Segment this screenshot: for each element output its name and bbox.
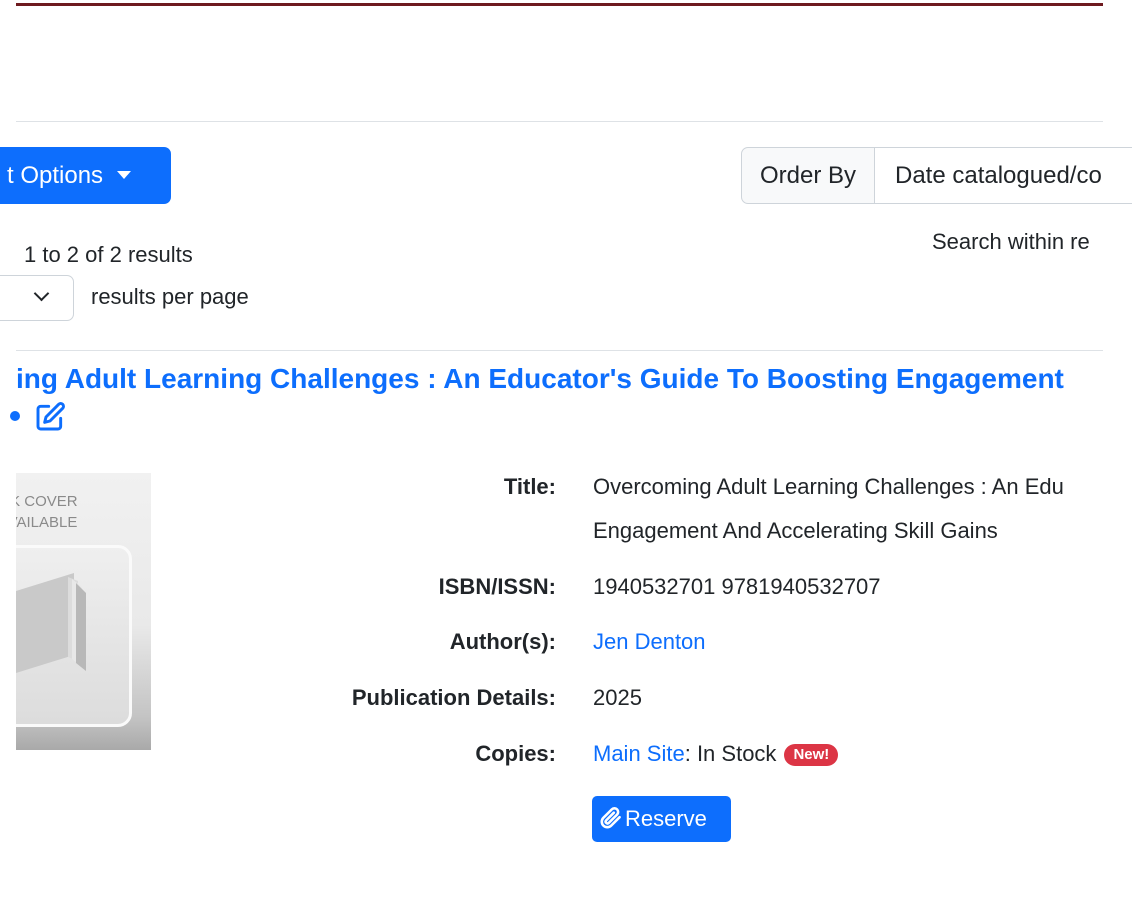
title-continuation-mark xyxy=(10,411,20,421)
reserve-label: Reserve xyxy=(625,806,707,831)
reserve-button[interactable]: Reserve xyxy=(592,796,731,842)
order-by-select[interactable]: Date catalogued/co xyxy=(874,147,1132,204)
cover-placeholder-text: OK COVER AVAILABLE xyxy=(16,493,78,531)
options-dropdown-button[interactable]: t Options xyxy=(0,147,171,204)
publication-value: 2025 xyxy=(593,685,642,710)
title-label: Title: xyxy=(503,474,556,499)
book-icon xyxy=(16,573,86,673)
per-page-select[interactable] xyxy=(0,275,74,321)
caret-down-icon xyxy=(117,170,132,179)
copies-label: Copies: xyxy=(475,741,556,766)
stock-status: : In Stock xyxy=(684,741,777,766)
chevron-down-icon xyxy=(33,285,50,302)
divider-top xyxy=(16,121,1103,122)
title-value-line1: Overcoming Adult Learning Challenges : A… xyxy=(593,474,1064,499)
isbn-label: ISBN/ISSN: xyxy=(438,574,556,599)
search-within-label: Search within re xyxy=(932,229,1090,254)
new-badge: New! xyxy=(784,744,839,766)
results-summary: 1 to 2 of 2 results xyxy=(24,242,193,267)
isbn-value: 1940532701 9781940532707 xyxy=(593,574,881,599)
title-value-line2: Engagement And Accelerating Skill Gains xyxy=(593,518,998,543)
result-title-link[interactable]: ing Adult Learning Challenges : An Educa… xyxy=(16,361,1103,397)
order-by-group: Order By Date catalogued/co xyxy=(741,147,1132,204)
publication-label: Publication Details: xyxy=(351,685,556,710)
top-accent-bar xyxy=(16,3,1103,6)
options-label: t Options xyxy=(7,162,104,189)
order-by-label: Order By xyxy=(741,147,875,204)
author-link[interactable]: Jen Denton xyxy=(593,629,706,655)
divider-results xyxy=(16,350,1103,351)
per-page-label: results per page xyxy=(91,284,249,309)
paperclip-icon xyxy=(600,807,621,829)
copies-value: Main Site: In Stock New! xyxy=(593,741,839,768)
book-cover-image: OK COVER AVAILABLE xyxy=(16,473,151,750)
main-site-link[interactable]: Main Site xyxy=(593,741,685,766)
edit-icon[interactable] xyxy=(34,401,66,433)
author-label: Author(s): xyxy=(449,629,556,654)
